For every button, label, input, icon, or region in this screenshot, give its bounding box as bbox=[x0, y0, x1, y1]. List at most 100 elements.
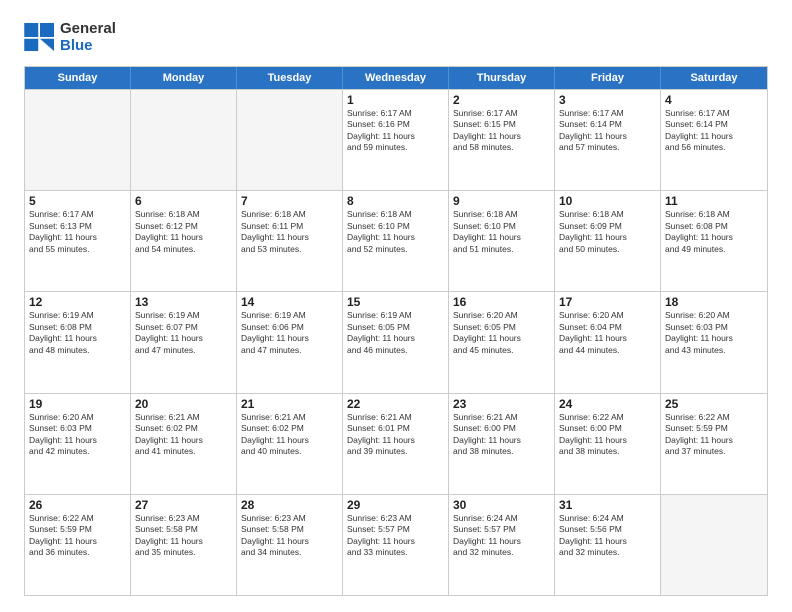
day-number: 5 bbox=[29, 194, 126, 208]
day-info: Sunrise: 6:17 AM Sunset: 6:14 PM Dayligh… bbox=[665, 108, 763, 154]
calendar-row-4: 19Sunrise: 6:20 AM Sunset: 6:03 PM Dayli… bbox=[25, 393, 767, 494]
weekday-header-sunday: Sunday bbox=[25, 67, 131, 89]
day-info: Sunrise: 6:18 AM Sunset: 6:10 PM Dayligh… bbox=[453, 209, 550, 255]
day-number: 29 bbox=[347, 498, 444, 512]
day-info: Sunrise: 6:23 AM Sunset: 5:58 PM Dayligh… bbox=[241, 513, 338, 559]
day-number: 25 bbox=[665, 397, 763, 411]
day-info: Sunrise: 6:21 AM Sunset: 6:02 PM Dayligh… bbox=[135, 412, 232, 458]
day-number: 2 bbox=[453, 93, 550, 107]
day-info: Sunrise: 6:20 AM Sunset: 6:03 PM Dayligh… bbox=[29, 412, 126, 458]
day-cell-3: 3Sunrise: 6:17 AM Sunset: 6:14 PM Daylig… bbox=[555, 90, 661, 190]
day-cell-19: 19Sunrise: 6:20 AM Sunset: 6:03 PM Dayli… bbox=[25, 394, 131, 494]
weekday-header-friday: Friday bbox=[555, 67, 661, 89]
day-info: Sunrise: 6:22 AM Sunset: 5:59 PM Dayligh… bbox=[29, 513, 126, 559]
weekday-header-thursday: Thursday bbox=[449, 67, 555, 89]
calendar: SundayMondayTuesdayWednesdayThursdayFrid… bbox=[24, 66, 768, 596]
day-number: 21 bbox=[241, 397, 338, 411]
day-cell-25: 25Sunrise: 6:22 AM Sunset: 5:59 PM Dayli… bbox=[661, 394, 767, 494]
day-info: Sunrise: 6:21 AM Sunset: 6:02 PM Dayligh… bbox=[241, 412, 338, 458]
day-info: Sunrise: 6:23 AM Sunset: 5:58 PM Dayligh… bbox=[135, 513, 232, 559]
day-cell-27: 27Sunrise: 6:23 AM Sunset: 5:58 PM Dayli… bbox=[131, 495, 237, 595]
day-info: Sunrise: 6:18 AM Sunset: 6:12 PM Dayligh… bbox=[135, 209, 232, 255]
day-number: 9 bbox=[453, 194, 550, 208]
logo-text: General Blue bbox=[60, 20, 116, 54]
calendar-row-5: 26Sunrise: 6:22 AM Sunset: 5:59 PM Dayli… bbox=[25, 494, 767, 595]
day-cell-30: 30Sunrise: 6:24 AM Sunset: 5:57 PM Dayli… bbox=[449, 495, 555, 595]
day-number: 4 bbox=[665, 93, 763, 107]
day-cell-2: 2Sunrise: 6:17 AM Sunset: 6:15 PM Daylig… bbox=[449, 90, 555, 190]
day-number: 22 bbox=[347, 397, 444, 411]
day-number: 6 bbox=[135, 194, 232, 208]
empty-cell bbox=[25, 90, 131, 190]
day-number: 27 bbox=[135, 498, 232, 512]
day-info: Sunrise: 6:24 AM Sunset: 5:57 PM Dayligh… bbox=[453, 513, 550, 559]
day-number: 19 bbox=[29, 397, 126, 411]
day-number: 14 bbox=[241, 295, 338, 309]
day-cell-20: 20Sunrise: 6:21 AM Sunset: 6:02 PM Dayli… bbox=[131, 394, 237, 494]
day-cell-21: 21Sunrise: 6:21 AM Sunset: 6:02 PM Dayli… bbox=[237, 394, 343, 494]
calendar-row-2: 5Sunrise: 6:17 AM Sunset: 6:13 PM Daylig… bbox=[25, 190, 767, 291]
day-number: 11 bbox=[665, 194, 763, 208]
day-info: Sunrise: 6:19 AM Sunset: 6:06 PM Dayligh… bbox=[241, 310, 338, 356]
calendar-row-1: 1Sunrise: 6:17 AM Sunset: 6:16 PM Daylig… bbox=[25, 89, 767, 190]
day-cell-6: 6Sunrise: 6:18 AM Sunset: 6:12 PM Daylig… bbox=[131, 191, 237, 291]
day-number: 7 bbox=[241, 194, 338, 208]
header: General Blue bbox=[24, 20, 768, 54]
day-cell-14: 14Sunrise: 6:19 AM Sunset: 6:06 PM Dayli… bbox=[237, 292, 343, 392]
logo: General Blue bbox=[24, 20, 116, 54]
day-info: Sunrise: 6:19 AM Sunset: 6:05 PM Dayligh… bbox=[347, 310, 444, 356]
day-cell-31: 31Sunrise: 6:24 AM Sunset: 5:56 PM Dayli… bbox=[555, 495, 661, 595]
day-info: Sunrise: 6:18 AM Sunset: 6:11 PM Dayligh… bbox=[241, 209, 338, 255]
day-number: 12 bbox=[29, 295, 126, 309]
day-info: Sunrise: 6:20 AM Sunset: 6:03 PM Dayligh… bbox=[665, 310, 763, 356]
day-cell-17: 17Sunrise: 6:20 AM Sunset: 6:04 PM Dayli… bbox=[555, 292, 661, 392]
day-info: Sunrise: 6:21 AM Sunset: 6:00 PM Dayligh… bbox=[453, 412, 550, 458]
day-cell-23: 23Sunrise: 6:21 AM Sunset: 6:00 PM Dayli… bbox=[449, 394, 555, 494]
day-info: Sunrise: 6:21 AM Sunset: 6:01 PM Dayligh… bbox=[347, 412, 444, 458]
day-info: Sunrise: 6:19 AM Sunset: 6:08 PM Dayligh… bbox=[29, 310, 126, 356]
logo-icon bbox=[24, 23, 56, 51]
day-cell-22: 22Sunrise: 6:21 AM Sunset: 6:01 PM Dayli… bbox=[343, 394, 449, 494]
day-number: 23 bbox=[453, 397, 550, 411]
day-number: 15 bbox=[347, 295, 444, 309]
weekday-header-wednesday: Wednesday bbox=[343, 67, 449, 89]
day-cell-4: 4Sunrise: 6:17 AM Sunset: 6:14 PM Daylig… bbox=[661, 90, 767, 190]
day-number: 3 bbox=[559, 93, 656, 107]
day-number: 28 bbox=[241, 498, 338, 512]
day-info: Sunrise: 6:23 AM Sunset: 5:57 PM Dayligh… bbox=[347, 513, 444, 559]
day-info: Sunrise: 6:18 AM Sunset: 6:09 PM Dayligh… bbox=[559, 209, 656, 255]
day-cell-10: 10Sunrise: 6:18 AM Sunset: 6:09 PM Dayli… bbox=[555, 191, 661, 291]
day-cell-1: 1Sunrise: 6:17 AM Sunset: 6:16 PM Daylig… bbox=[343, 90, 449, 190]
day-number: 8 bbox=[347, 194, 444, 208]
weekday-header-saturday: Saturday bbox=[661, 67, 767, 89]
day-number: 30 bbox=[453, 498, 550, 512]
day-cell-24: 24Sunrise: 6:22 AM Sunset: 6:00 PM Dayli… bbox=[555, 394, 661, 494]
day-number: 17 bbox=[559, 295, 656, 309]
day-cell-7: 7Sunrise: 6:18 AM Sunset: 6:11 PM Daylig… bbox=[237, 191, 343, 291]
calendar-row-3: 12Sunrise: 6:19 AM Sunset: 6:08 PM Dayli… bbox=[25, 291, 767, 392]
day-info: Sunrise: 6:17 AM Sunset: 6:15 PM Dayligh… bbox=[453, 108, 550, 154]
day-info: Sunrise: 6:22 AM Sunset: 6:00 PM Dayligh… bbox=[559, 412, 656, 458]
day-number: 26 bbox=[29, 498, 126, 512]
day-cell-9: 9Sunrise: 6:18 AM Sunset: 6:10 PM Daylig… bbox=[449, 191, 555, 291]
day-cell-5: 5Sunrise: 6:17 AM Sunset: 6:13 PM Daylig… bbox=[25, 191, 131, 291]
page: General Blue SundayMondayTuesdayWednesda… bbox=[0, 0, 792, 612]
day-cell-26: 26Sunrise: 6:22 AM Sunset: 5:59 PM Dayli… bbox=[25, 495, 131, 595]
day-cell-8: 8Sunrise: 6:18 AM Sunset: 6:10 PM Daylig… bbox=[343, 191, 449, 291]
empty-cell bbox=[661, 495, 767, 595]
day-cell-13: 13Sunrise: 6:19 AM Sunset: 6:07 PM Dayli… bbox=[131, 292, 237, 392]
day-number: 1 bbox=[347, 93, 444, 107]
day-cell-16: 16Sunrise: 6:20 AM Sunset: 6:05 PM Dayli… bbox=[449, 292, 555, 392]
calendar-body: 1Sunrise: 6:17 AM Sunset: 6:16 PM Daylig… bbox=[25, 89, 767, 595]
day-info: Sunrise: 6:24 AM Sunset: 5:56 PM Dayligh… bbox=[559, 513, 656, 559]
day-cell-12: 12Sunrise: 6:19 AM Sunset: 6:08 PM Dayli… bbox=[25, 292, 131, 392]
day-info: Sunrise: 6:17 AM Sunset: 6:14 PM Dayligh… bbox=[559, 108, 656, 154]
day-info: Sunrise: 6:20 AM Sunset: 6:05 PM Dayligh… bbox=[453, 310, 550, 356]
day-number: 10 bbox=[559, 194, 656, 208]
day-info: Sunrise: 6:18 AM Sunset: 6:10 PM Dayligh… bbox=[347, 209, 444, 255]
day-number: 24 bbox=[559, 397, 656, 411]
day-cell-11: 11Sunrise: 6:18 AM Sunset: 6:08 PM Dayli… bbox=[661, 191, 767, 291]
weekday-header-monday: Monday bbox=[131, 67, 237, 89]
day-cell-18: 18Sunrise: 6:20 AM Sunset: 6:03 PM Dayli… bbox=[661, 292, 767, 392]
day-info: Sunrise: 6:20 AM Sunset: 6:04 PM Dayligh… bbox=[559, 310, 656, 356]
